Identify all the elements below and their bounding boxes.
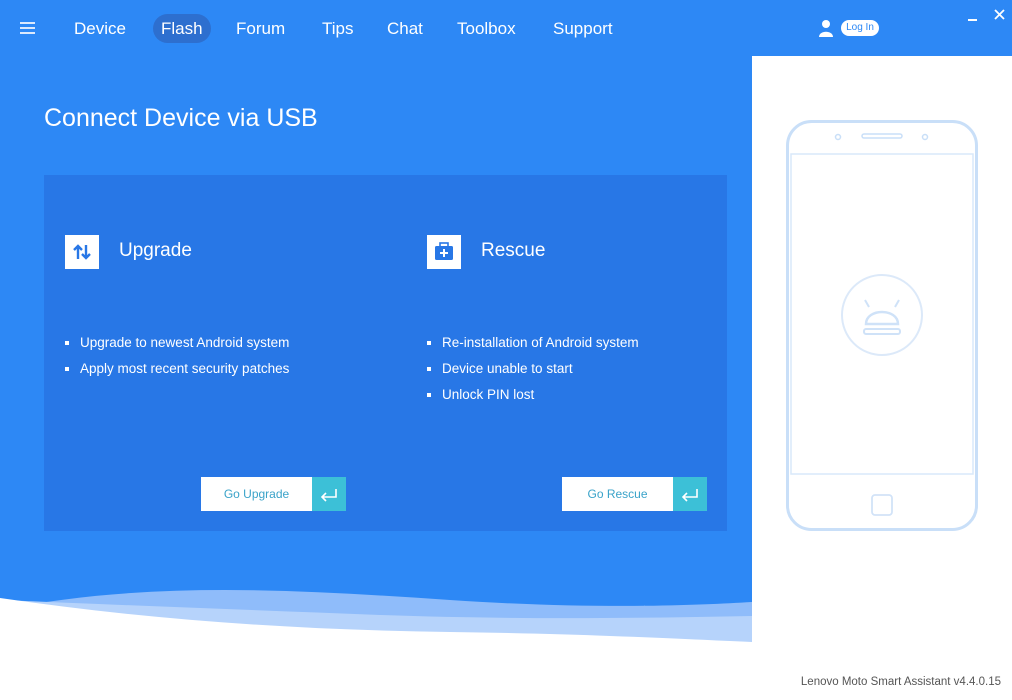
nav-tab-flash[interactable]: Flash (153, 14, 211, 43)
user-icon[interactable] (818, 19, 834, 37)
login-button[interactable]: Log In (841, 20, 879, 36)
upgrade-feature-list: Upgrade to newest Android system Apply m… (64, 333, 289, 385)
version-text: Lenovo Moto Smart Assistant v4.4.0.15 (800, 676, 1001, 688)
upgrade-option: Upgrade Upgrade to newest Android system… (44, 175, 384, 531)
nav-tab-device[interactable]: Device (74, 14, 126, 43)
go-rescue-button[interactable]: Go Rescue (562, 477, 707, 511)
minimize-icon[interactable] (966, 6, 980, 22)
phone-with-android-icon (786, 120, 978, 531)
list-item: Device unable to start (426, 359, 639, 385)
nav-tab-forum[interactable]: Forum (236, 14, 285, 43)
page-title: Connect Device via USB (44, 104, 318, 132)
hamburger-menu-icon[interactable] (20, 22, 35, 34)
go-upgrade-label[interactable]: Go Upgrade (201, 477, 312, 511)
top-nav-bar: Device Flash Forum Tips Chat Toolbox Sup… (0, 0, 1012, 56)
nav-tab-toolbox[interactable]: Toolbox (457, 14, 516, 43)
rescue-title: Rescue (481, 240, 546, 261)
enter-arrow-icon[interactable] (673, 477, 707, 511)
list-item: Apply most recent security patches (64, 359, 289, 385)
nav-tab-chat[interactable]: Chat (387, 14, 423, 43)
rescue-kit-icon (427, 235, 461, 269)
device-illustration-panel: Lenovo Moto Smart Assistant v4.4.0.15 (752, 56, 1012, 700)
list-item: Unlock PIN lost (426, 385, 639, 411)
upgrade-title: Upgrade (119, 240, 192, 261)
list-item: Upgrade to newest Android system (64, 333, 289, 359)
wave-decoration (0, 590, 752, 700)
list-item: Re-installation of Android system (426, 333, 639, 359)
upgrade-arrows-icon (65, 235, 99, 269)
rescue-option: Rescue Re-installation of Android system… (406, 175, 746, 531)
close-icon[interactable] (993, 6, 1007, 22)
nav-tab-tips[interactable]: Tips (322, 14, 354, 43)
enter-arrow-icon[interactable] (312, 477, 346, 511)
go-rescue-label[interactable]: Go Rescue (562, 477, 673, 511)
rescue-feature-list: Re-installation of Android system Device… (426, 333, 639, 411)
nav-tab-support[interactable]: Support (553, 14, 613, 43)
options-panel: Upgrade Upgrade to newest Android system… (44, 175, 727, 531)
go-upgrade-button[interactable]: Go Upgrade (201, 477, 346, 511)
